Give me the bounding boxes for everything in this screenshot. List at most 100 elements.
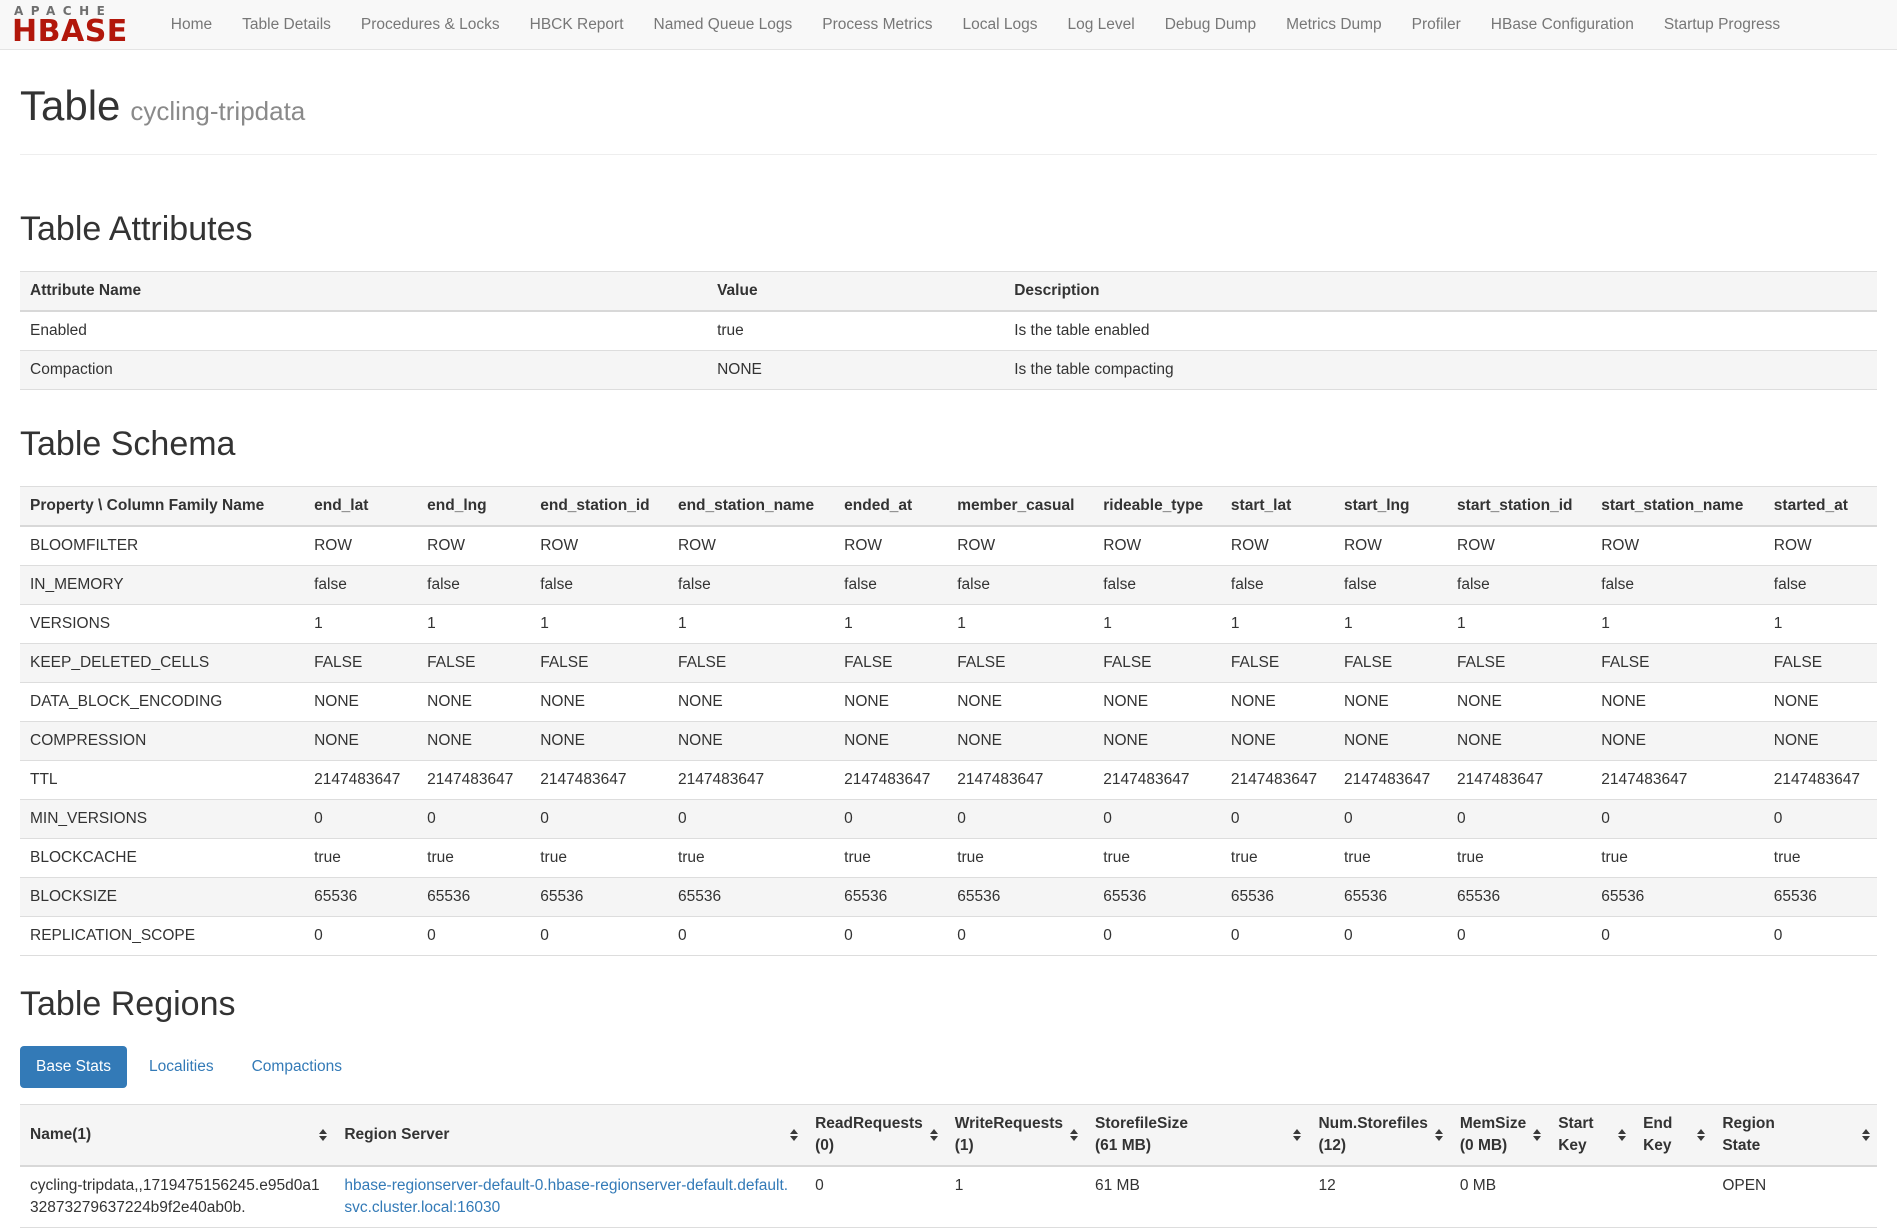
nav-item: Home bbox=[156, 0, 227, 49]
nav-item: Metrics Dump bbox=[1271, 0, 1397, 49]
sort-down-arrow bbox=[1435, 1136, 1443, 1141]
sort-icon[interactable] bbox=[1697, 1129, 1705, 1141]
schema-value-cell: 2147483647 bbox=[530, 761, 668, 800]
column-header[interactable]: MemSize (0 MB) bbox=[1450, 1105, 1548, 1167]
column-header-label: StorefileSize (61 MB) bbox=[1095, 1113, 1188, 1157]
attributes-header-row: Attribute Name Value Description bbox=[20, 271, 1877, 311]
region-num-storefiles-cell: 12 bbox=[1308, 1166, 1449, 1228]
hbase-logo[interactable]: APACHE HBASE bbox=[12, 3, 128, 47]
logo-hbase-text: HBASE bbox=[12, 18, 128, 47]
tab-localities[interactable]: Localities bbox=[133, 1046, 230, 1088]
nav-link-debug-dump[interactable]: Debug Dump bbox=[1150, 0, 1271, 49]
schema-value-cell: 0 bbox=[304, 800, 417, 839]
nav-link-home[interactable]: Home bbox=[156, 0, 227, 49]
schema-value-cell: 1 bbox=[1591, 605, 1764, 644]
region-server-link[interactable]: hbase-regionserver-default-0.hbase-regio… bbox=[344, 1177, 788, 1216]
nav-link-hbase-configuration[interactable]: HBase Configuration bbox=[1476, 0, 1649, 49]
schema-value-cell: false bbox=[304, 566, 417, 605]
schema-value-cell: NONE bbox=[834, 722, 947, 761]
nav-link-hbck-report[interactable]: HBCK Report bbox=[515, 0, 639, 49]
schema-row: COMPRESSIONNONENONENONENONENONENONENONEN… bbox=[20, 722, 1877, 761]
schema-value-cell: NONE bbox=[1447, 722, 1591, 761]
schema-value-cell: 65536 bbox=[947, 878, 1093, 917]
schema-value-cell: false bbox=[1334, 566, 1447, 605]
sort-icon[interactable] bbox=[1293, 1129, 1301, 1141]
schema-value-cell: false bbox=[1764, 566, 1877, 605]
schema-property-cell: REPLICATION_SCOPE bbox=[20, 917, 304, 956]
schema-value-cell: 0 bbox=[417, 800, 530, 839]
schema-value-cell: 65536 bbox=[304, 878, 417, 917]
schema-value-cell: NONE bbox=[417, 722, 530, 761]
sort-icon[interactable] bbox=[930, 1129, 938, 1141]
column-header-label: ReadRequests (0) bbox=[815, 1113, 923, 1157]
schema-value-cell: NONE bbox=[1221, 722, 1334, 761]
nav-link-named-queue-logs[interactable]: Named Queue Logs bbox=[639, 0, 808, 49]
region-storefile-size-cell: 61 MB bbox=[1085, 1166, 1308, 1228]
sort-icon[interactable] bbox=[1862, 1129, 1870, 1141]
schema-value-cell: true bbox=[1221, 839, 1334, 878]
schema-value-cell: 1 bbox=[417, 605, 530, 644]
nav-item: Process Metrics bbox=[807, 0, 947, 49]
nav-link-startup-progress[interactable]: Startup Progress bbox=[1649, 0, 1795, 49]
sort-icon[interactable] bbox=[319, 1129, 327, 1141]
sort-down-arrow bbox=[1862, 1136, 1870, 1141]
column-header-property: Property \ Column Family Name bbox=[20, 487, 304, 527]
nav-link-metrics-dump[interactable]: Metrics Dump bbox=[1271, 0, 1397, 49]
nav-link-local-logs[interactable]: Local Logs bbox=[948, 0, 1053, 49]
nav-item: Startup Progress bbox=[1649, 0, 1795, 49]
nav-link-procedures-locks[interactable]: Procedures & Locks bbox=[346, 0, 515, 49]
schema-value-cell: 65536 bbox=[1591, 878, 1764, 917]
sort-down-arrow bbox=[1697, 1136, 1705, 1141]
sort-icon[interactable] bbox=[1533, 1129, 1541, 1141]
column-header[interactable]: ReadRequests (0) bbox=[805, 1105, 945, 1167]
column-header[interactable]: Start Key bbox=[1548, 1105, 1633, 1167]
column-header-description: Description bbox=[1004, 271, 1877, 311]
schema-value-cell: 2147483647 bbox=[947, 761, 1093, 800]
schema-value-cell: FALSE bbox=[304, 644, 417, 683]
regions-heading: Table Regions bbox=[20, 980, 1877, 1028]
column-header[interactable]: WriteRequests (1) bbox=[945, 1105, 1085, 1167]
column-header[interactable]: Name(1) bbox=[20, 1105, 334, 1167]
sort-up-arrow bbox=[319, 1129, 327, 1134]
schema-value-cell: ROW bbox=[1764, 526, 1877, 566]
schema-value-cell: ROW bbox=[1591, 526, 1764, 566]
schema-value-cell: NONE bbox=[1591, 722, 1764, 761]
region-name-cell: cycling-tripdata,,1719475156245.e95d0a13… bbox=[20, 1166, 334, 1228]
column-header[interactable]: StorefileSize (61 MB) bbox=[1085, 1105, 1308, 1167]
column-header[interactable]: Region Server bbox=[334, 1105, 805, 1167]
schema-value-cell: 2147483647 bbox=[304, 761, 417, 800]
schema-value-cell: 65536 bbox=[834, 878, 947, 917]
attribute-value-cell: NONE bbox=[707, 350, 1004, 389]
schema-value-cell: true bbox=[1334, 839, 1447, 878]
schema-header-row: Property \ Column Family Name end_latend… bbox=[20, 487, 1877, 527]
regions-tab: Base Stats bbox=[20, 1046, 127, 1088]
sort-icon[interactable] bbox=[1435, 1129, 1443, 1141]
sort-icon[interactable] bbox=[790, 1129, 798, 1141]
table-attributes: Attribute Name Value Description Enabled… bbox=[20, 271, 1877, 390]
schema-value-cell: true bbox=[304, 839, 417, 878]
schema-value-cell: FALSE bbox=[1221, 644, 1334, 683]
sort-icon[interactable] bbox=[1618, 1129, 1626, 1141]
nav-link-profiler[interactable]: Profiler bbox=[1397, 0, 1476, 49]
schema-value-cell: 65536 bbox=[1764, 878, 1877, 917]
column-header[interactable]: Num.Storefiles (12) bbox=[1308, 1105, 1449, 1167]
sort-up-arrow bbox=[1435, 1129, 1443, 1134]
schema-property-cell: KEEP_DELETED_CELLS bbox=[20, 644, 304, 683]
sort-icon[interactable] bbox=[1070, 1129, 1078, 1141]
tab-base-stats[interactable]: Base Stats bbox=[20, 1046, 127, 1088]
region-end-key-cell bbox=[1633, 1166, 1712, 1228]
schema-row: REPLICATION_SCOPE000000000000 bbox=[20, 917, 1877, 956]
nav-link-log-level[interactable]: Log Level bbox=[1053, 0, 1150, 49]
nav-link-process-metrics[interactable]: Process Metrics bbox=[807, 0, 947, 49]
schema-value-cell: NONE bbox=[530, 722, 668, 761]
schema-value-cell: 0 bbox=[1447, 917, 1591, 956]
column-header[interactable]: End Key bbox=[1633, 1105, 1712, 1167]
schema-heading: Table Schema bbox=[20, 420, 1877, 468]
schema-value-cell: 0 bbox=[1334, 800, 1447, 839]
nav-link-table-details[interactable]: Table Details bbox=[227, 0, 346, 49]
column-header[interactable]: Region State bbox=[1712, 1105, 1877, 1167]
tab-compactions[interactable]: Compactions bbox=[236, 1046, 358, 1088]
attribute-value-cell: true bbox=[707, 311, 1004, 351]
table-schema: Property \ Column Family Name end_latend… bbox=[20, 486, 1877, 956]
schema-property-cell: TTL bbox=[20, 761, 304, 800]
